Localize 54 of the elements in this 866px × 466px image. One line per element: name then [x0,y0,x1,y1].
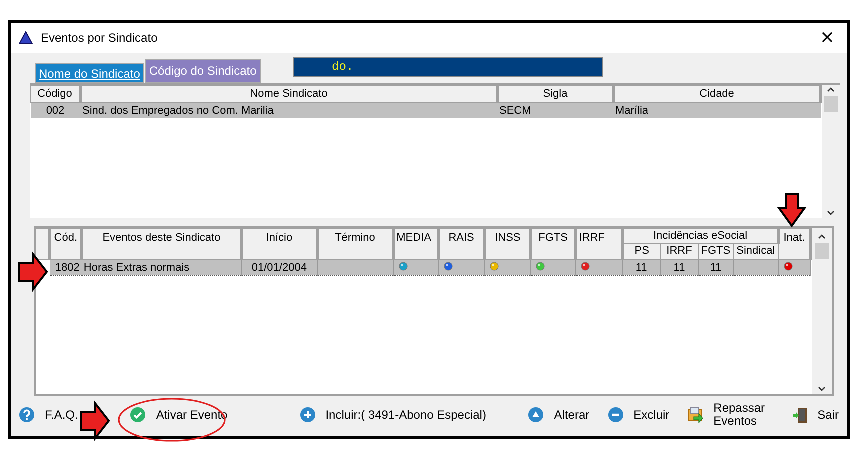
scroll-up-icon[interactable] [818,234,826,239]
up-icon [528,407,544,423]
action-button[interactable]: Excluir [608,407,670,423]
column-header[interactable]: Cód. [50,228,82,260]
table-cell: 01/01/2004 [242,260,318,276]
table-cell: Sind. dos Empregados no Com. Marilia [80,102,498,118]
door-icon [792,407,808,423]
table-cell: 11 [622,260,661,276]
column-header[interactable]: IRRF [576,228,623,260]
help-icon [19,407,35,423]
column-header[interactable]: Sigla [498,86,614,102]
column-header[interactable]: Término [317,228,394,260]
column-header[interactable]: Cidade [614,86,820,102]
table-cell: 11 [698,260,734,276]
action-button[interactable]: Incluir:( 3491-Abono Especial) [300,407,486,423]
scroll-down-icon[interactable] [818,387,826,392]
action-button[interactable]: Repassar Eventos [688,402,774,428]
column-header[interactable]: Código [30,86,80,102]
table-cell: Marília [614,102,820,118]
check-icon [130,407,146,423]
window-title: Eventos por Sindicato [41,31,159,45]
tab[interactable]: Nome do Sindicato [35,63,144,83]
column-header[interactable]: IRRF [660,244,698,260]
scroll-down-icon[interactable] [827,211,835,216]
action-button[interactable]: Alterar [528,407,590,423]
column-header[interactable]: Inat. [778,228,810,260]
column-header[interactable]: Nome Sindicato [80,86,498,102]
tab[interactable]: Código do Sindicato [145,59,261,83]
table-cell: 11 [660,260,698,276]
minus-icon [608,407,624,423]
column-header[interactable]: FGTS [698,244,734,260]
column-header[interactable]: MEDIA [393,228,438,260]
search-field[interactable]: do. [293,57,603,77]
table-cell: SECM [498,102,614,118]
scroll-thumb[interactable] [824,96,838,112]
table-cell: Horas Extras normais [82,260,242,276]
column-header[interactable]: Início [242,228,318,260]
column-header[interactable]: INSS [484,228,531,260]
plus-icon [300,407,316,423]
action-button[interactable]: F.A.Q. [19,407,78,423]
action-button[interactable]: Sair [792,407,839,423]
table-cell: 002 [30,102,80,118]
triangle-icon [19,31,33,45]
close-button[interactable]: × [816,29,839,47]
table-cell: 1802 [50,260,82,276]
scroll-thumb[interactable] [815,243,829,259]
arrow-annotation [778,193,806,227]
arrow-annotation [18,253,48,291]
column-header[interactable]: RAIS [438,228,485,260]
column-header[interactable]: FGTS [530,228,576,260]
column-header[interactable]: Sindical [733,244,778,260]
scroll-up-icon[interactable] [827,87,835,92]
column-group-header: Incidências eSocial [622,228,778,244]
column-header[interactable]: Eventos deste Sindicato [82,228,242,260]
